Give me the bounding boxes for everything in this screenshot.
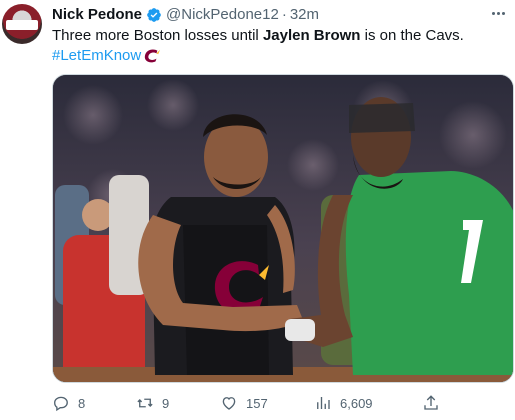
views-button[interactable]: 6,609 (314, 392, 373, 414)
tweet-photo[interactable] (52, 74, 514, 383)
reply-button[interactable]: 8 (52, 392, 85, 414)
avatar[interactable] (2, 4, 42, 44)
tweet-text-line: Three more Boston losses until Jaylen Br… (52, 26, 502, 46)
share-icon (424, 395, 438, 410)
hashtag-line: #LetEmKnow (52, 46, 502, 66)
author-handle[interactable]: @NickPedone12 (166, 6, 279, 23)
heart-icon (222, 397, 236, 410)
repost-count: 9 (162, 395, 170, 411)
tweet-header: Nick Pedone @NickPedone12 · 32m (52, 6, 319, 23)
hashtag-link[interactable]: #LetEmKnow (52, 46, 141, 66)
verified-badge-icon (147, 7, 161, 22)
reply-count: 8 (78, 395, 86, 411)
timestamp[interactable]: 32m (290, 6, 319, 23)
views-count: 6,609 (340, 395, 373, 411)
like-button[interactable]: 157 (220, 392, 268, 414)
author-name[interactable]: Nick Pedone (52, 6, 142, 23)
action-bar: 8 9 157 6,609 (52, 392, 462, 416)
text-part: is on the Cavs. (360, 27, 464, 44)
text-bold-name[interactable]: Jaylen Brown (263, 27, 361, 44)
separator-dot: · (281, 6, 287, 23)
more-options-icon[interactable] (487, 4, 509, 22)
share-button[interactable] (422, 392, 440, 414)
like-count: 157 (246, 395, 268, 411)
repost-icon (137, 398, 153, 408)
cavs-c-icon (145, 49, 161, 63)
reply-icon (54, 396, 68, 412)
tweet-card[interactable]: Nick Pedone @NickPedone12 · 32m Three mo… (0, 0, 515, 420)
text-part: Three more Boston losses until (52, 27, 263, 44)
repost-button[interactable]: 9 (136, 392, 169, 414)
views-chart-icon (317, 397, 330, 409)
photo-image (53, 75, 513, 382)
tweet-text: Three more Boston losses until Jaylen Br… (52, 26, 502, 66)
